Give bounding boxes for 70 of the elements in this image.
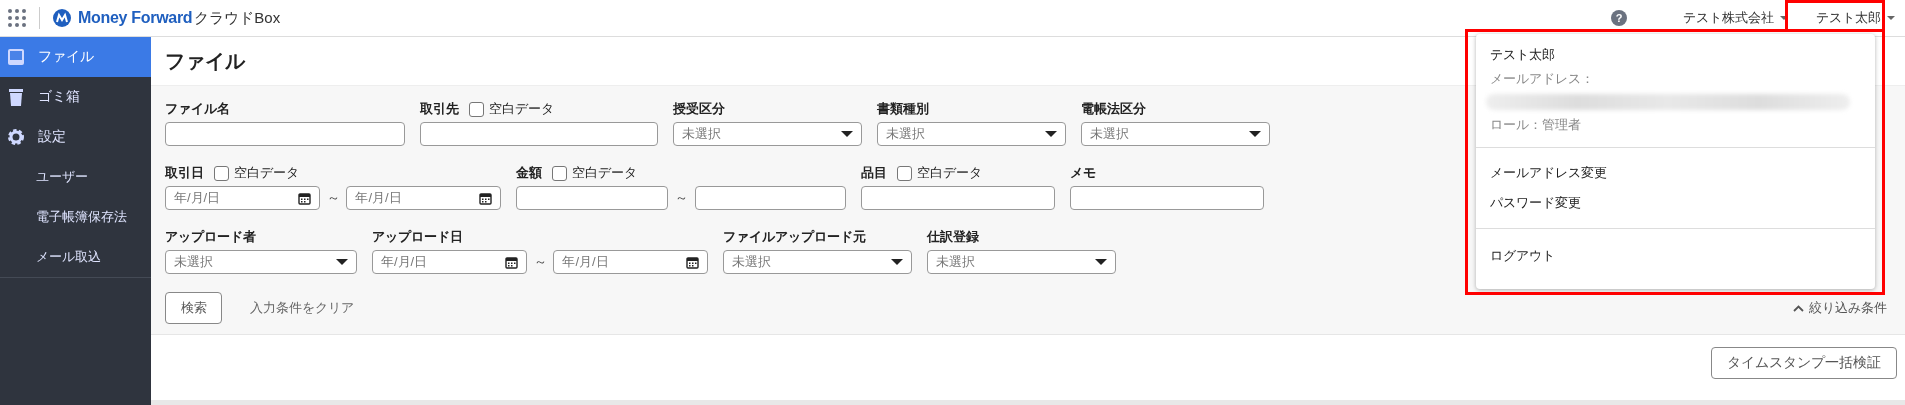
- number-field[interactable]: [516, 186, 668, 210]
- field-label: ファイル名: [165, 100, 230, 118]
- date-field[interactable]: 年/月/日: [553, 250, 708, 274]
- field-label: アップロード者: [165, 228, 256, 246]
- sidebar-item[interactable]: ゴミ箱: [0, 77, 151, 117]
- text-field[interactable]: [420, 122, 658, 146]
- field-label: 書類種別: [877, 100, 929, 118]
- user-name: テスト太郎: [1489, 46, 1556, 64]
- checkbox[interactable]: [552, 165, 567, 181]
- clear-link[interactable]: 入力条件をクリア: [250, 299, 354, 317]
- tray-icon: [6, 47, 26, 67]
- collapse-toggle[interactable]: 絞り込み条件: [1793, 299, 1887, 317]
- field-label: 取引先: [420, 100, 459, 118]
- checkbox[interactable]: [897, 165, 912, 181]
- checkbox[interactable]: [214, 165, 229, 181]
- calendar-icon[interactable]: [297, 191, 311, 205]
- range-separator: ～: [532, 253, 548, 271]
- logo-icon: [52, 8, 72, 28]
- select-field[interactable]: 未選択: [723, 250, 912, 274]
- text-field[interactable]: [165, 122, 405, 146]
- page-title: ファイル: [165, 48, 245, 74]
- sidebar-subitem[interactable]: 電子帳簿保存法: [0, 197, 151, 237]
- gear-icon: [6, 127, 26, 147]
- checkbox[interactable]: [469, 101, 484, 117]
- field-label: メモ: [1070, 164, 1096, 182]
- field-label: 仕訳登録: [927, 228, 979, 246]
- email-label: メールアドレス：: [1489, 70, 1595, 88]
- checkbox-label: 空白データ: [234, 164, 299, 182]
- menu-item[interactable]: メールアドレス変更: [1476, 158, 1875, 188]
- checkbox-label: 空白データ: [917, 164, 982, 182]
- select-field[interactable]: 未選択: [877, 122, 1066, 146]
- help-icon[interactable]: ?: [1611, 10, 1627, 26]
- calendar-icon[interactable]: [686, 255, 699, 269]
- field-label: 品目: [861, 164, 887, 182]
- field-label: 授受区分: [673, 100, 725, 118]
- select-field[interactable]: 未選択: [927, 250, 1116, 274]
- select-field[interactable]: 未選択: [673, 122, 862, 146]
- menu-item[interactable]: パスワード変更: [1476, 188, 1875, 218]
- text-field[interactable]: [1070, 186, 1264, 210]
- date-field[interactable]: 年/月/日: [165, 186, 320, 210]
- timestamp-button[interactable]: タイムスタンプ一括検証: [1711, 347, 1897, 379]
- role-text: ロール：管理者: [1489, 116, 1582, 134]
- select-field[interactable]: 未選択: [1081, 122, 1270, 146]
- trash-icon: [6, 87, 26, 107]
- menu-item[interactable]: ログアウト: [1476, 241, 1875, 271]
- field-label: 取引日: [165, 164, 204, 182]
- chevron-up-icon: [1793, 304, 1804, 312]
- calendar-icon[interactable]: [479, 191, 492, 205]
- sidebar-item[interactable]: 設定: [0, 117, 151, 157]
- field-label: ファイルアップロード元: [723, 228, 866, 246]
- date-field[interactable]: 年/月/日: [346, 186, 501, 210]
- number-field[interactable]: [694, 186, 846, 210]
- brand-name: Money Forward: [78, 9, 193, 27]
- text-field[interactable]: [861, 186, 1055, 210]
- date-field[interactable]: 年/月/日: [372, 250, 527, 274]
- sidebar-item[interactable]: ファイル: [0, 37, 151, 77]
- range-separator: ～: [673, 189, 689, 207]
- select-field[interactable]: 未選択: [165, 250, 357, 274]
- calendar-icon[interactable]: [504, 255, 518, 269]
- search-button[interactable]: 検索: [165, 292, 222, 324]
- sidebar-subitem[interactable]: ユーザー: [0, 157, 151, 197]
- field-label: 金額: [516, 164, 542, 182]
- app-grid-icon[interactable]: [7, 8, 27, 28]
- product-name: クラウドBox: [194, 8, 281, 28]
- range-separator: ～: [325, 189, 341, 207]
- checkbox-label: 空白データ: [572, 164, 637, 182]
- checkbox-label: 空白データ: [489, 100, 554, 118]
- field-label: 電帳法区分: [1081, 100, 1146, 118]
- sidebar-subitem[interactable]: メール取込: [0, 237, 151, 277]
- field-label: アップロード日: [372, 228, 463, 246]
